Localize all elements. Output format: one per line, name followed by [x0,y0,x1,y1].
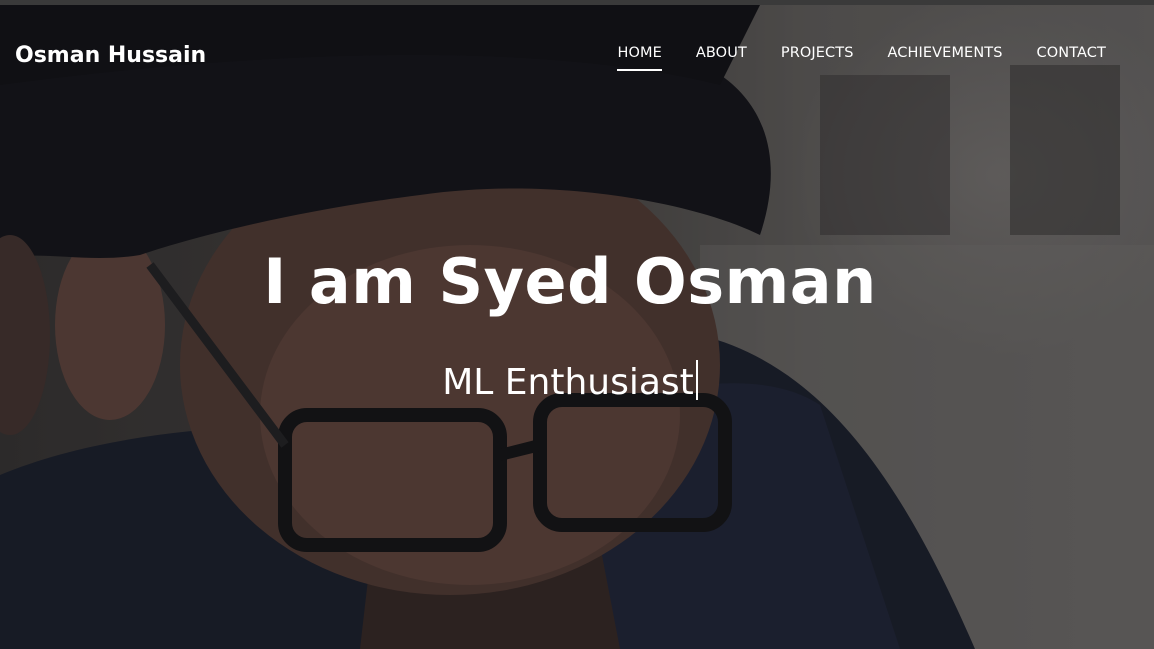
page: Osman Hussain HOME ABOUT PROJECTS ACHIEV… [0,0,1154,649]
nav-item-achievements[interactable]: ACHIEVEMENTS [888,45,1003,67]
typing-cursor [695,360,698,400]
nav-menu: HOME ABOUT PROJECTS ACHIEVEMENTS CONTACT [617,45,1106,71]
hero-subtitle: ML Enthusiast [0,360,1140,403]
typed-text: ML Enthusiast [442,362,694,403]
brand-logo[interactable]: Osman Hussain [15,43,206,68]
nav-item-about[interactable]: ABOUT [696,45,747,67]
nav-item-contact[interactable]: CONTACT [1037,45,1106,67]
nav-item-home[interactable]: HOME [617,45,663,71]
nav-item-projects[interactable]: PROJECTS [781,45,854,67]
navbar: Osman Hussain HOME ABOUT PROJECTS ACHIEV… [0,5,1154,105]
hero-title: I am Syed Osman [263,245,877,318]
